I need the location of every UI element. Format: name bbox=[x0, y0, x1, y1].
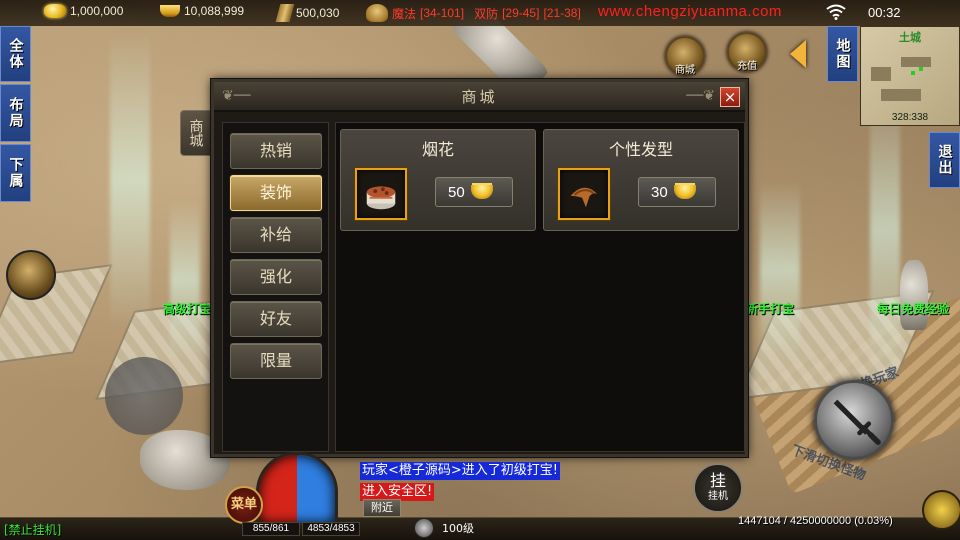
tab-layout[interactable]: 布局 bbox=[0, 84, 31, 142]
virtual-joystick[interactable] bbox=[105, 357, 183, 435]
auto-hang-label: 挂 bbox=[709, 471, 726, 490]
collapse-arrow-icon[interactable] bbox=[790, 40, 806, 68]
firework-cake-icon bbox=[366, 186, 396, 210]
shop-dialog: ❦── 商城 ──❦ × 热销 装饰 补给 强化 好友 限量 烟花 50 个性发… bbox=[211, 79, 748, 457]
price-value: 50 bbox=[448, 183, 465, 201]
gold-ingot-icon bbox=[470, 185, 493, 199]
minimap[interactable]: 土城 328:338 bbox=[860, 26, 960, 126]
experience-value: 1447104 / 4250000000 (0.03%) bbox=[738, 515, 893, 527]
defense-range: [29-45] bbox=[502, 6, 540, 20]
item-name: 烟花 bbox=[421, 140, 454, 159]
attack-sword-button[interactable] bbox=[814, 380, 894, 460]
buy-button-fireworks[interactable]: 50 bbox=[435, 177, 513, 207]
level-indicator: 100级 bbox=[414, 517, 494, 539]
header-ornament-right-icon: ──❦ bbox=[686, 88, 715, 104]
tab-subordinates[interactable]: 下属 bbox=[0, 144, 31, 202]
cloth-value: 500,030 bbox=[296, 6, 340, 20]
clock: 00:32 bbox=[868, 5, 901, 20]
item-card-hairstyle[interactable]: 个性发型 30 bbox=[543, 129, 739, 231]
minimap-building bbox=[881, 89, 921, 101]
category-supplies[interactable]: 补给 bbox=[230, 217, 322, 253]
chat-system-message: 玩家<橙子源码>进入了初级打宝! bbox=[360, 462, 560, 480]
shop-header: ❦── 商城 ──❦ × bbox=[214, 82, 745, 112]
character-stats: 魔法 [34-101] 双防 [29-45] [21-38] bbox=[366, 4, 581, 22]
auto-hang-button[interactable]: 挂 挂机 bbox=[693, 463, 743, 513]
map-button[interactable]: 地图 bbox=[827, 26, 858, 82]
minimap-player-marker bbox=[911, 71, 915, 75]
category-hot-sale[interactable]: 热销 bbox=[230, 133, 322, 169]
gold-ingot-icon bbox=[160, 5, 180, 17]
extra-range: [21-38] bbox=[543, 6, 581, 20]
ingot-value: 10,088,999 bbox=[184, 4, 245, 18]
recharge-round-button[interactable]: 充值 bbox=[727, 32, 767, 72]
minimap-building bbox=[871, 67, 891, 81]
hp-value: 855/861 bbox=[242, 522, 300, 536]
minimap-building bbox=[901, 57, 931, 67]
header-ornament-left-icon: ❦── bbox=[222, 88, 251, 104]
npc-label-advanced-treasure[interactable]: 高级打宝 bbox=[163, 300, 211, 317]
magic-label: 魔法 bbox=[392, 6, 417, 21]
item-slot[interactable] bbox=[558, 168, 610, 220]
minimap-npc-marker bbox=[919, 67, 923, 71]
category-decoration[interactable]: 装饰 bbox=[230, 175, 322, 211]
price-value: 30 bbox=[651, 183, 668, 201]
sword-icon bbox=[833, 399, 881, 445]
defense-label: 双防 bbox=[474, 6, 499, 21]
chat-tab-nearby[interactable]: 附近 bbox=[363, 499, 401, 517]
light-beam-left bbox=[110, 30, 150, 330]
top-status-bar: 1,000,000 10,088,999 500,030 魔法 [34-101]… bbox=[0, 0, 960, 26]
hairstyle-icon bbox=[570, 187, 598, 208]
mp-value: 4853/4853 bbox=[302, 522, 360, 536]
gold-value: 1,000,000 bbox=[70, 4, 124, 18]
shop-round-label: 商城 bbox=[675, 65, 695, 76]
menu-button[interactable]: 菜单 bbox=[225, 486, 263, 524]
gold-counter: 1,000,000 bbox=[44, 4, 123, 18]
category-enhance[interactable]: 强化 bbox=[230, 259, 322, 295]
magic-range: [34-101] bbox=[420, 6, 465, 20]
hp-mp-orb bbox=[256, 452, 338, 526]
ban-afk-status: [禁止挂机] bbox=[4, 523, 62, 537]
item-name: 个性发型 bbox=[608, 140, 673, 159]
gold-ingot-icon bbox=[673, 185, 696, 199]
buy-button-hairstyle[interactable]: 30 bbox=[638, 177, 716, 207]
minimap-location-name: 土城 bbox=[899, 31, 921, 44]
npc-figure[interactable] bbox=[900, 260, 928, 330]
item-slot[interactable] bbox=[355, 168, 407, 220]
light-beam-left-2 bbox=[170, 200, 200, 360]
npc-label-newbie-treasure[interactable]: 新手打宝 bbox=[746, 300, 794, 317]
tab-all[interactable]: 全体 bbox=[0, 26, 31, 82]
npc-label-daily-exp[interactable]: 每日免费经验 bbox=[877, 300, 949, 317]
exit-button[interactable]: 退出 bbox=[929, 132, 960, 188]
level-value: 100级 bbox=[442, 522, 474, 535]
shop-side-tab[interactable]: 商城 bbox=[180, 110, 210, 156]
item-grid: 烟花 50 个性发型 30 bbox=[335, 122, 745, 452]
ingot-counter: 10,088,999 bbox=[160, 4, 244, 18]
wifi-icon bbox=[826, 4, 846, 20]
cloth-scroll-icon bbox=[275, 4, 295, 22]
cloth-counter: 500,030 bbox=[275, 4, 340, 22]
shop-round-button[interactable]: 商城 bbox=[665, 36, 705, 76]
light-beam-right bbox=[760, 180, 800, 360]
item-card-fireworks[interactable]: 烟花 50 bbox=[340, 129, 536, 231]
recharge-round-label: 充值 bbox=[737, 61, 757, 72]
minimap-coordinates: 328:338 bbox=[891, 112, 929, 123]
category-list: 热销 装饰 补给 强化 好友 限量 bbox=[222, 122, 329, 452]
shop-title: 商城 bbox=[461, 87, 498, 106]
helmet-icon bbox=[366, 4, 388, 22]
level-gem-icon bbox=[414, 518, 434, 538]
gold-coins-icon bbox=[44, 4, 66, 18]
quest-flag-icon[interactable] bbox=[922, 490, 960, 530]
site-watermark: www.chengziyuanma.com bbox=[598, 3, 782, 20]
category-limited[interactable]: 限量 bbox=[230, 343, 322, 379]
guild-emblem-icon[interactable] bbox=[6, 250, 56, 300]
category-friends[interactable]: 好友 bbox=[230, 301, 322, 337]
close-button[interactable]: × bbox=[720, 87, 740, 107]
auto-hang-sublabel: 挂机 bbox=[708, 491, 728, 502]
